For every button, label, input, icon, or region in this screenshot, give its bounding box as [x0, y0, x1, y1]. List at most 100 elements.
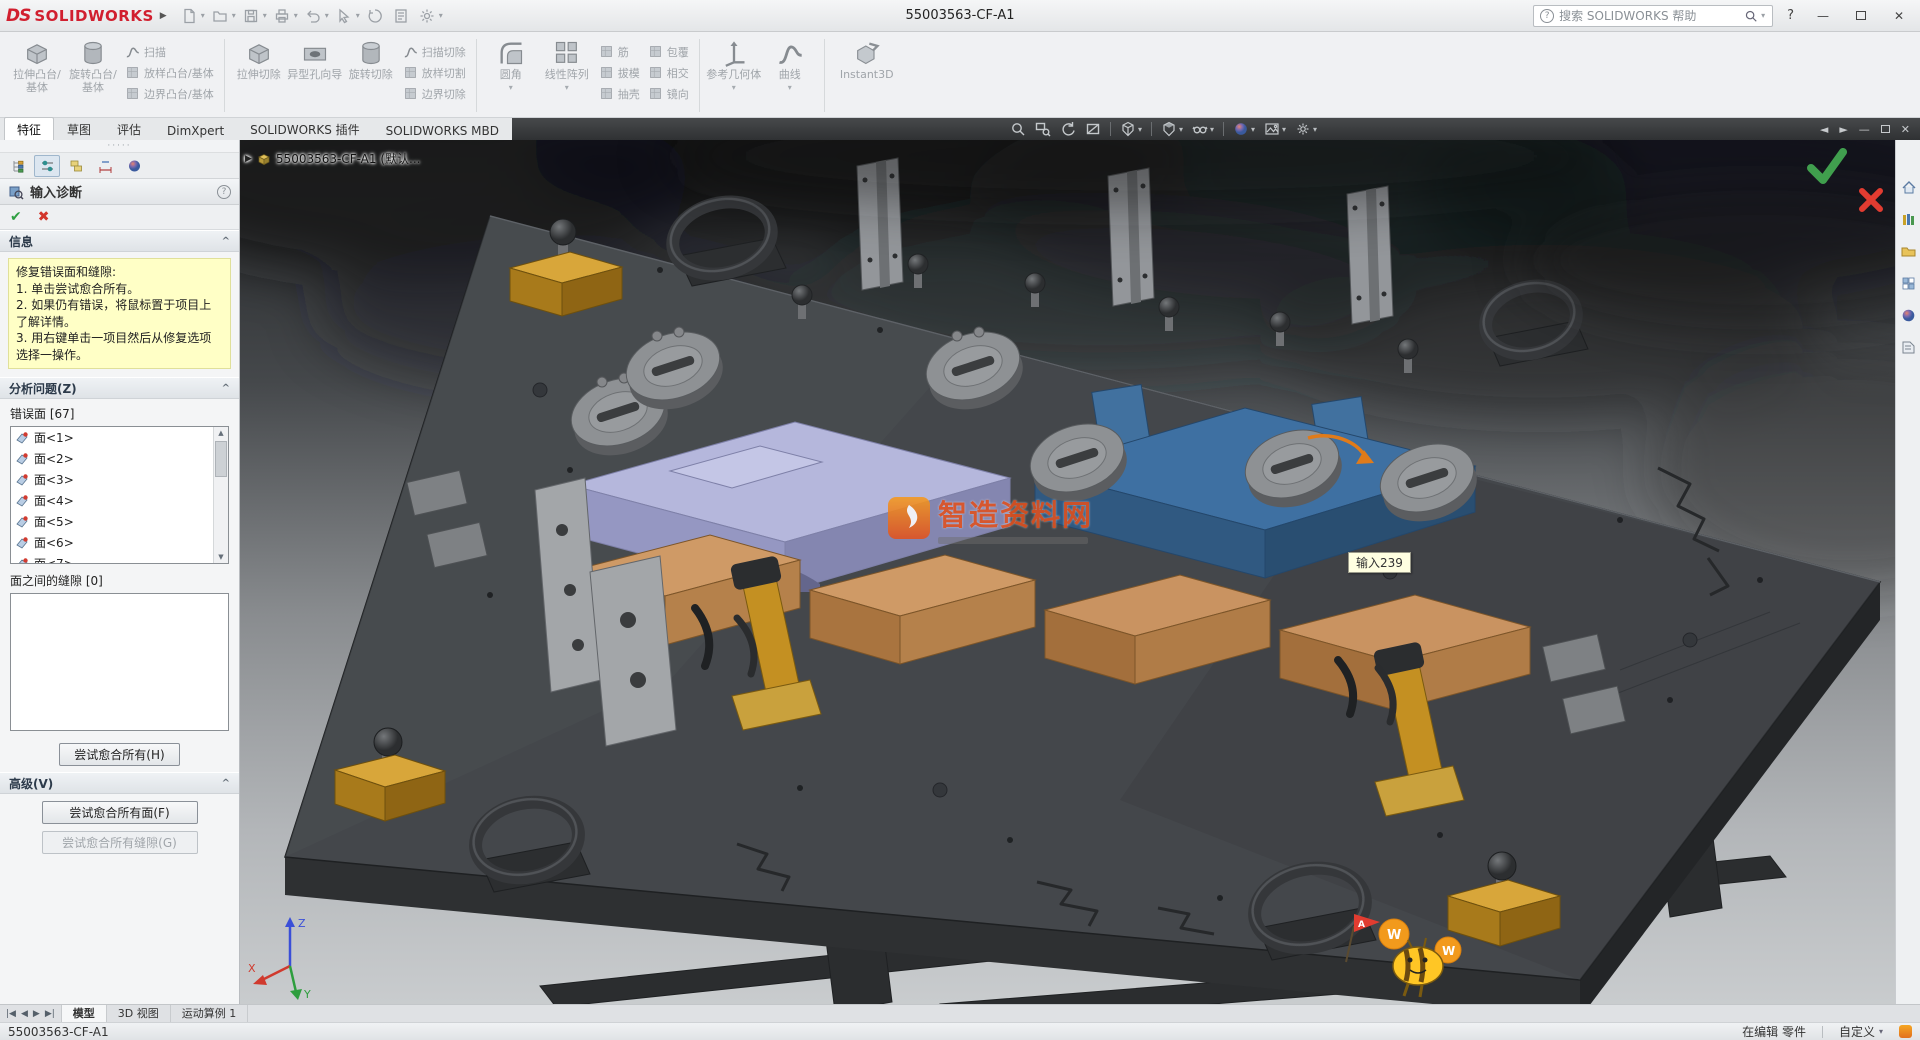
revolved-boss-button[interactable]: 旋转凸台/基体	[65, 35, 121, 116]
fillet-button[interactable]: 圆角▾	[483, 35, 539, 116]
quick-tip-icon[interactable]	[1899, 1025, 1912, 1038]
open-document-button[interactable]	[208, 4, 232, 28]
display-style-button[interactable]: ▾	[1161, 121, 1183, 137]
help-search-box[interactable]: ? ▾	[1533, 5, 1773, 27]
last-tab-button[interactable]: ▶|	[44, 1009, 56, 1019]
hole-wizard-button[interactable]: 异型孔向导	[287, 35, 343, 116]
open-dropdown-icon[interactable]: ▾	[232, 11, 236, 20]
scrollbar-thumb[interactable]	[215, 441, 227, 477]
confirm-ok-button[interactable]	[1805, 146, 1849, 189]
customize-menu[interactable]: 自定义 ▾	[1839, 1023, 1883, 1040]
confirm-cancel-button[interactable]	[1857, 186, 1885, 217]
face-list-item[interactable]: 面<5>	[11, 511, 228, 532]
tab-features[interactable]: 特征	[4, 117, 54, 140]
3d-views-tab[interactable]: 3D 视图	[107, 1005, 171, 1022]
zoom-area-button[interactable]	[1035, 121, 1051, 137]
model-tab[interactable]: 模型	[62, 1005, 107, 1022]
intersect-button[interactable]: 相交	[648, 64, 689, 81]
options-button[interactable]	[415, 4, 439, 28]
rebuild-button[interactable]	[363, 4, 387, 28]
doc-close-button[interactable]: ✕	[1901, 123, 1910, 136]
save-dropdown-icon[interactable]: ▾	[263, 11, 267, 20]
cancel-button[interactable]: ✖	[38, 209, 50, 225]
feature-tree-flyout[interactable]: ▶ 55003563-CF-A1 (默认...	[245, 150, 420, 167]
section-analyze-problem[interactable]: 分析问题(Z) ^	[0, 377, 239, 399]
refgeo-flyout-icon[interactable]: ▾	[732, 84, 736, 92]
section-message[interactable]: 信息 ^	[0, 230, 239, 252]
motion-study-tab[interactable]: 运动算例 1	[171, 1005, 249, 1022]
new-doc-dropdown-icon[interactable]: ▾	[201, 11, 205, 20]
reference-geometry-button[interactable]: 参考几何体▾	[706, 35, 762, 116]
rib-button[interactable]: 筋	[599, 43, 640, 60]
file-explorer-button[interactable]	[1899, 242, 1918, 261]
face-list-item[interactable]: 面<1>	[11, 427, 228, 448]
previous-document-button[interactable]: ◄	[1820, 123, 1828, 136]
draft-button[interactable]: 拔模	[599, 64, 640, 81]
solidworks-logo[interactable]: DS SOLIDWORKS ▶	[6, 6, 167, 26]
view-settings-button[interactable]: ▾	[1295, 121, 1317, 137]
tree-expand-icon[interactable]: ▶	[245, 154, 252, 164]
boundary-cut-button[interactable]: 边界切除	[403, 85, 466, 102]
extruded-cut-button[interactable]: 拉伸切除	[231, 35, 287, 116]
tab-sw-addins[interactable]: SOLIDWORKS 插件	[237, 117, 372, 140]
undo-dropdown-icon[interactable]: ▾	[325, 11, 329, 20]
panel-help-icon[interactable]: ?	[217, 185, 231, 199]
featuremanager-tab[interactable]	[5, 155, 31, 177]
collapse-icon[interactable]: ^	[222, 236, 230, 247]
section-view-button[interactable]	[1085, 121, 1101, 137]
swept-cut-button[interactable]: 扫描切除	[403, 43, 466, 60]
custom-properties-button[interactable]	[1899, 338, 1918, 357]
new-document-button[interactable]	[177, 4, 201, 28]
menu-expand-arrow-icon[interactable]: ▶	[160, 11, 167, 21]
gaps-list[interactable]	[10, 593, 229, 731]
search-dropdown-icon[interactable]: ▾	[1761, 11, 1765, 20]
linear-pattern-button[interactable]: 线性阵列▾	[539, 35, 595, 116]
swept-boss-button[interactable]: 扫描	[125, 43, 214, 60]
collapse-icon[interactable]: ^	[222, 383, 230, 394]
close-button[interactable]: ✕	[1884, 4, 1914, 28]
scroll-up-icon[interactable]: ▲	[218, 429, 223, 437]
next-tab-button[interactable]: ▶	[32, 1009, 41, 1019]
prev-tab-button[interactable]: ◀	[20, 1009, 29, 1019]
print-dropdown-icon[interactable]: ▾	[294, 11, 298, 20]
ok-button[interactable]: ✔	[10, 209, 22, 225]
previous-view-button[interactable]	[1060, 121, 1076, 137]
options-dropdown-icon[interactable]: ▾	[439, 11, 443, 20]
propertymanager-tab[interactable]	[34, 155, 60, 177]
edit-appearance-button[interactable]: ▾	[1233, 121, 1255, 137]
collapse-icon[interactable]: ^	[222, 778, 230, 789]
curves-button[interactable]: 曲线▾	[762, 35, 818, 116]
section-advanced[interactable]: 高级(V) ^	[0, 772, 239, 794]
tab-dimxpert[interactable]: DimXpert	[154, 120, 237, 140]
home-button[interactable]	[1899, 178, 1918, 197]
configurationmanager-tab[interactable]	[63, 155, 89, 177]
search-icon[interactable]	[1744, 9, 1758, 23]
zoom-fit-button[interactable]	[1010, 121, 1026, 137]
tab-sketch[interactable]: 草图	[54, 117, 104, 140]
view-palette-button[interactable]	[1899, 274, 1918, 293]
save-button[interactable]	[239, 4, 263, 28]
displaymanager-tab[interactable]	[121, 155, 147, 177]
doc-minimize-button[interactable]: —	[1859, 123, 1870, 136]
shell-button[interactable]: 抽壳	[599, 85, 640, 102]
curves-flyout-icon[interactable]: ▾	[788, 84, 792, 92]
first-tab-button[interactable]: |◀	[5, 1009, 17, 1019]
face-list-item[interactable]: 面<4>	[11, 490, 228, 511]
tree-node-label[interactable]: 55003563-CF-A1 (默认...	[276, 150, 421, 167]
restore-button[interactable]	[1846, 4, 1876, 28]
panel-grip[interactable]: ·····	[0, 140, 239, 153]
undo-button[interactable]	[301, 4, 325, 28]
apply-scene-button[interactable]: ▾	[1264, 121, 1286, 137]
graphics-area[interactable]: ▶ 55003563-CF-A1 (默认... 输入239 智造资料网	[240, 140, 1895, 1004]
face-list-item[interactable]: 面<7>	[11, 553, 228, 564]
minimize-button[interactable]: —	[1808, 4, 1838, 28]
instant3d-button[interactable]: Instant3D	[831, 35, 903, 116]
select-button[interactable]	[332, 4, 356, 28]
wrap-button[interactable]: 包覆	[648, 43, 689, 60]
next-document-button[interactable]: ►	[1839, 123, 1847, 136]
scroll-down-icon[interactable]: ▼	[218, 553, 223, 561]
print-button[interactable]	[270, 4, 294, 28]
faulty-faces-list[interactable]: 面<1> 面<2> 面<3> 面<4> 面<5> 面<6> 面<7> ▲ ▼	[10, 426, 229, 564]
mirror-button[interactable]: 镜向	[648, 85, 689, 102]
pattern-flyout-icon[interactable]: ▾	[565, 84, 569, 92]
